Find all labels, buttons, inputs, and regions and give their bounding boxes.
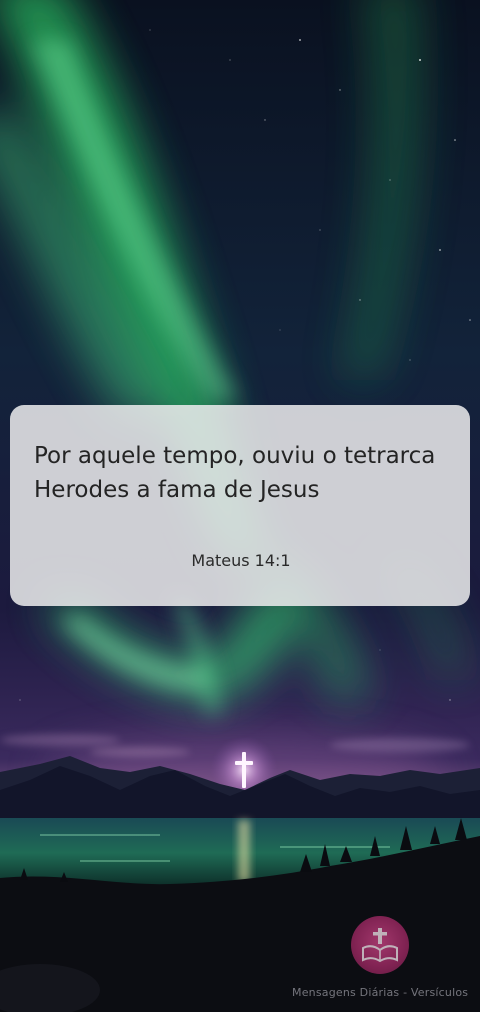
bible-cross-logo-icon (351, 916, 409, 974)
verse-reference: Mateus 14:1 (191, 551, 291, 570)
verse-text: Por aquele tempo, ouviu o tetrarca Herod… (34, 443, 436, 503)
verse-card: Por aquele tempo, ouviu o tetrarca Herod… (10, 405, 470, 606)
app-caption: Mensagens Diárias - Versículos (292, 986, 469, 999)
